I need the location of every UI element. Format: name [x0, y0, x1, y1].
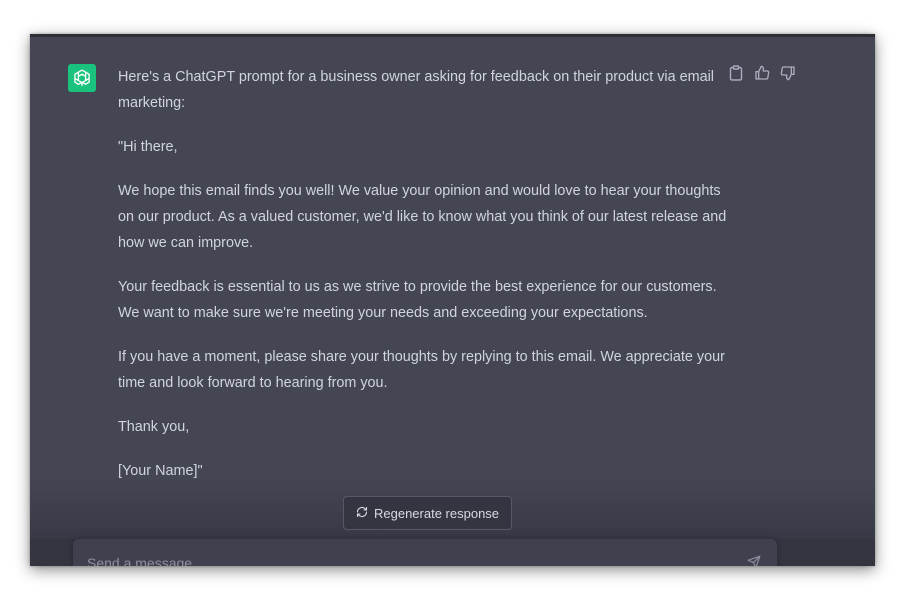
refresh-icon: [356, 506, 368, 521]
message-paragraph: Your feedback is essential to us as we s…: [118, 279, 717, 321]
assistant-message: Here's a ChatGPT prompt for a business o…: [118, 64, 730, 502]
message-paragraph: "Hi there,: [118, 139, 178, 155]
message-paragraph: Here's a ChatGPT prompt for a business o…: [118, 69, 714, 111]
regenerate-label: Regenerate response: [374, 505, 500, 521]
regenerate-button[interactable]: Regenerate response: [343, 496, 513, 530]
message-input[interactable]: [87, 551, 727, 566]
message-composer: [73, 539, 777, 566]
clipboard-icon[interactable]: [728, 64, 744, 82]
message-paragraph: We hope this email finds you well! We va…: [118, 183, 727, 251]
message-paragraph: Thank you,: [118, 419, 190, 435]
chatgpt-logo-icon: [68, 64, 96, 92]
thumbs-down-icon[interactable]: [780, 64, 796, 82]
message-paragraph: If you have a moment, please share your …: [118, 349, 725, 391]
send-icon[interactable]: [745, 553, 763, 566]
thumbs-up-icon[interactable]: [754, 64, 770, 82]
message-actions: [728, 64, 796, 82]
chat-window: Here's a ChatGPT prompt for a business o…: [30, 34, 875, 566]
